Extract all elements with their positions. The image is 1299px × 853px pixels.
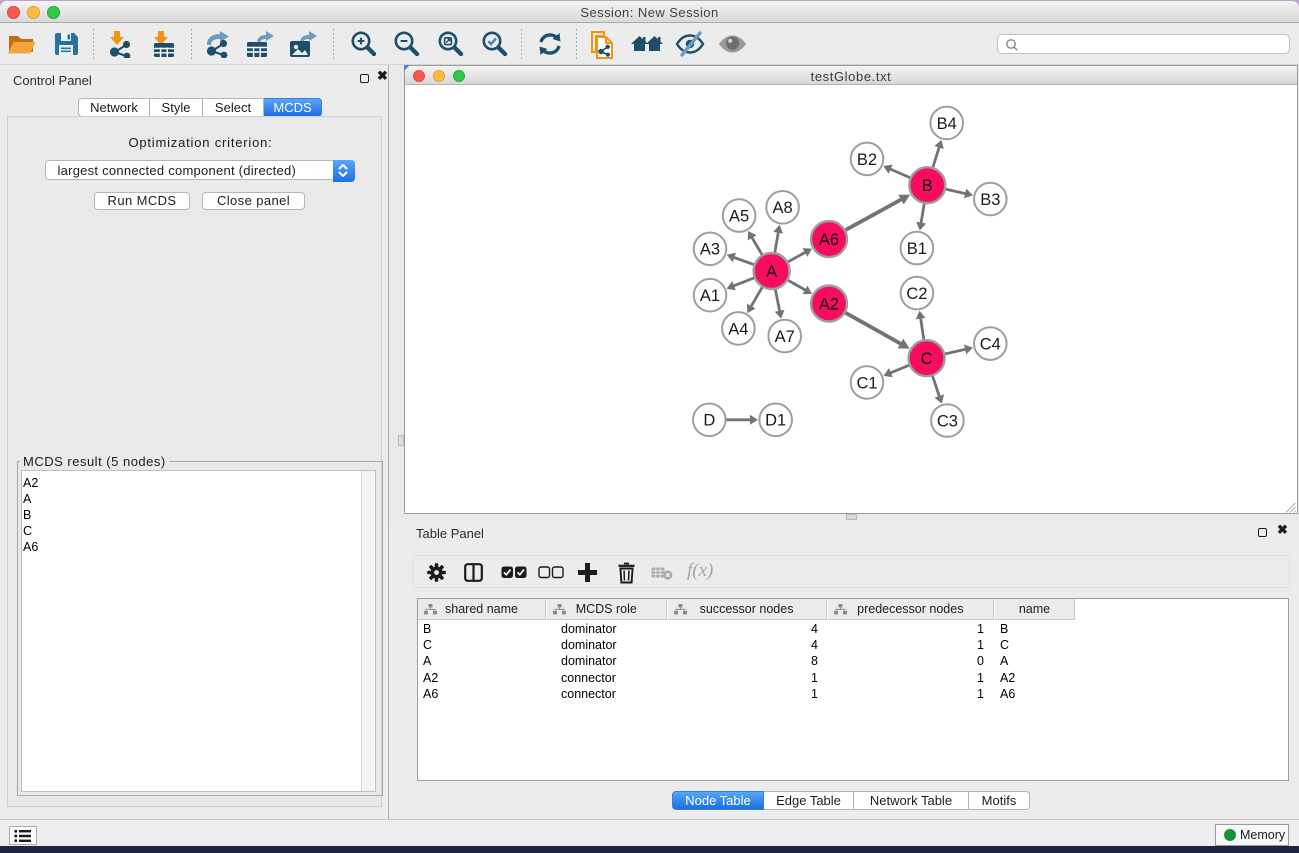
svg-text:A3: A3 <box>700 241 720 259</box>
svg-text:A1: A1 <box>700 287 720 305</box>
svg-text:B1: B1 <box>907 240 927 258</box>
svg-text:D: D <box>703 412 715 430</box>
svg-text:B2: B2 <box>857 151 877 169</box>
svg-text:B4: B4 <box>937 115 957 133</box>
svg-text:C2: C2 <box>906 285 927 303</box>
svg-text:B3: B3 <box>980 191 1000 209</box>
svg-text:A: A <box>766 263 777 281</box>
svg-text:C: C <box>921 350 933 368</box>
svg-text:A6: A6 <box>819 231 839 249</box>
svg-text:C3: C3 <box>937 412 958 430</box>
svg-text:C4: C4 <box>980 336 1001 354</box>
svg-text:D1: D1 <box>765 412 786 430</box>
svg-text:A5: A5 <box>729 208 749 226</box>
svg-text:A7: A7 <box>775 328 795 346</box>
svg-text:C1: C1 <box>856 374 877 392</box>
svg-text:A8: A8 <box>773 199 793 217</box>
svg-text:A2: A2 <box>819 295 839 313</box>
svg-text:B: B <box>922 177 933 195</box>
svg-text:A4: A4 <box>728 320 748 338</box>
